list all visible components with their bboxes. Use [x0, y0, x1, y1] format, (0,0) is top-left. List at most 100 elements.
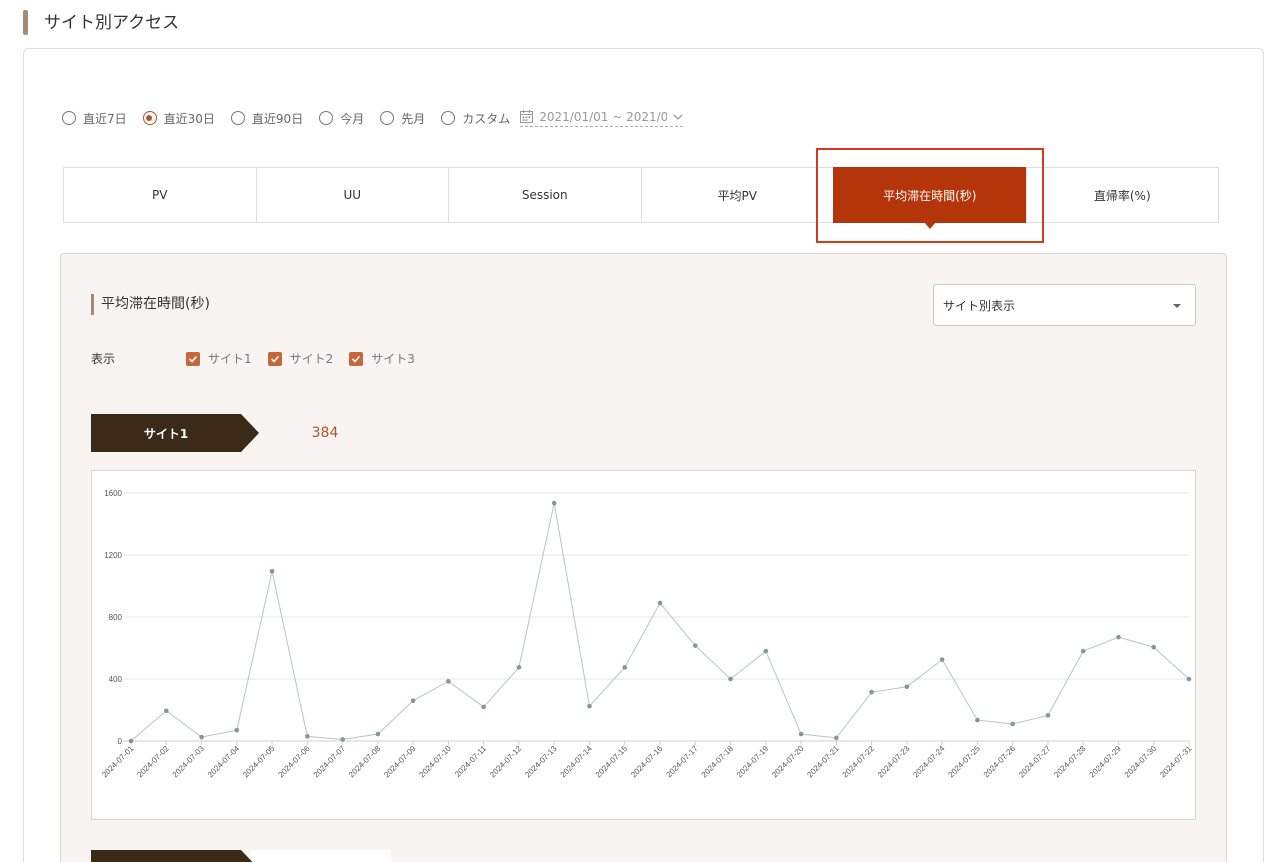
x-tick-label: 2024-07-16 — [629, 744, 665, 780]
y-tick-label: 1600 — [104, 489, 122, 498]
site1-label: サイト1 — [91, 414, 259, 452]
x-tick-label: 2024-07-12 — [488, 744, 524, 780]
x-tick-label: 2024-07-19 — [735, 744, 771, 780]
x-tick-label: 2024-07-13 — [523, 744, 559, 780]
x-tick-label: 2024-07-31 — [1158, 744, 1194, 780]
period-option-custom[interactable]: カスタム — [441, 110, 510, 127]
data-point — [446, 679, 451, 684]
period-option-label: 直近30日 — [163, 111, 215, 126]
data-point — [340, 737, 345, 742]
x-tick-label: 2024-07-17 — [664, 744, 700, 780]
radio-checked-icon — [142, 111, 157, 125]
site1-summary: サイト1 384 — [91, 414, 391, 452]
x-tick-label: 2024-07-30 — [1123, 744, 1159, 780]
data-point — [199, 734, 204, 740]
data-point — [516, 665, 522, 670]
section-title: 平均滞在時間(秒) — [101, 296, 210, 312]
chevron-down-icon — [673, 114, 683, 120]
data-point — [763, 648, 769, 654]
page-title: サイト別アクセス — [44, 13, 180, 33]
period-option-last-month[interactable]: 先月 — [380, 110, 425, 127]
radio-icon — [230, 111, 245, 125]
data-point — [834, 735, 839, 741]
y-tick-label: 0 — [118, 737, 123, 746]
x-tick-label: 2024-07-20 — [770, 744, 806, 780]
data-point — [163, 708, 169, 714]
metric-tabs: PV UU Session 平均PV 平均滞在時間(秒) 直帰率(%) — [63, 167, 1224, 229]
data-point — [622, 665, 628, 670]
radio-icon — [380, 111, 395, 125]
data-point — [657, 600, 663, 606]
date-range-text: 2021/01/01 ~ 2021/02/01 — [539, 109, 668, 124]
period-option-label: 先月 — [401, 111, 426, 126]
period-option-30d[interactable]: 直近30日 — [142, 110, 215, 127]
series-line — [130, 502, 1190, 742]
data-point — [234, 727, 240, 733]
data-point — [551, 500, 557, 506]
checkbox-site2[interactable]: サイト2 — [267, 350, 333, 367]
data-point — [269, 568, 275, 574]
checkmark-icon — [267, 351, 282, 366]
x-tick-label: 2024-07-24 — [911, 744, 947, 780]
data-point — [1151, 644, 1157, 650]
data-point — [1186, 676, 1192, 682]
x-tick-label: 2024-07-21 — [805, 744, 841, 780]
view-mode-select-value: サイト別表示 — [943, 298, 1016, 313]
caret-down-icon — [1173, 304, 1181, 308]
line-chart-container: 0 400 800 1200 1600 2024-07-01 2024-07-02 2024-… — [91, 470, 1196, 820]
view-mode-select[interactable]: サイト別表示 — [933, 284, 1196, 326]
x-tick-label: 2024-07-27 — [1017, 744, 1053, 780]
data-point — [128, 738, 134, 744]
tab-pv[interactable]: PV — [63, 167, 257, 223]
x-tick-label: 2024-07-22 — [841, 744, 877, 780]
data-point — [869, 689, 874, 695]
section-title-accent — [91, 294, 94, 315]
data-point — [798, 731, 804, 737]
x-tick-label: 2024-07-01 — [100, 744, 136, 780]
radio-icon — [319, 111, 334, 125]
data-point — [939, 657, 945, 662]
calendar-icon — [520, 110, 534, 123]
site2-label-partial — [91, 850, 259, 862]
date-range-picker[interactable]: 2021/01/01 ~ 2021/02/01 — [520, 109, 684, 127]
x-tick-label: 2024-07-07 — [312, 744, 348, 780]
tab-average-pv[interactable]: 平均PV — [640, 167, 834, 223]
site-checkboxes: サイト1 サイト2 サイト3 — [186, 350, 431, 367]
period-option-label: 直近90日 — [251, 111, 304, 126]
data-point — [410, 698, 416, 703]
x-tick-label: 2024-07-03 — [171, 744, 207, 780]
period-option-90d[interactable]: 直近90日 — [230, 110, 304, 127]
data-point — [1080, 648, 1086, 654]
tab-uu[interactable]: UU — [255, 167, 449, 223]
x-tick-label: 2024-07-23 — [876, 744, 912, 780]
data-point — [1010, 721, 1015, 727]
site2-summary-bg — [251, 850, 391, 862]
checkmark-icon — [349, 351, 364, 366]
x-tick-label: 2024-07-02 — [135, 744, 171, 780]
period-option-label: 直近7日 — [83, 111, 127, 126]
line-chart: 0400800120016002024-07-01 2024-07-02 2024-… — [100, 489, 1194, 780]
x-tick-label: 2024-07-10 — [418, 744, 454, 780]
tab-average-stay-time[interactable]: 平均滞在時間(秒) — [833, 167, 1027, 229]
radio-icon — [62, 111, 76, 125]
checkmark-icon — [186, 351, 200, 366]
data-point — [975, 717, 980, 723]
site2-summary — [91, 850, 391, 862]
period-selector: 直近7日 直近30日 直近90日 今月 先月 カスタム 2021/01/01 ~… — [62, 107, 684, 129]
x-tick-label: 2024-07-11 — [453, 744, 488, 779]
x-tick-label: 2024-07-25 — [947, 744, 983, 780]
x-tick-label: 2024-07-15 — [594, 744, 630, 780]
site1-value: 384 — [311, 425, 339, 441]
checkbox-label: サイト1 — [208, 352, 252, 366]
x-tick-label: 2024-07-29 — [1088, 744, 1124, 780]
y-tick-label: 800 — [109, 613, 123, 622]
checkbox-label: サイト3 — [371, 352, 415, 366]
period-option-7d[interactable]: 直近7日 — [62, 110, 127, 127]
checkbox-site3[interactable]: サイト3 — [349, 350, 415, 367]
x-tick-label: 2024-07-05 — [241, 744, 277, 780]
tab-bounce-rate[interactable]: 直帰率(%) — [1025, 167, 1219, 223]
tab-session[interactable]: Session — [448, 167, 642, 223]
x-tick-label: 2024-07-06 — [276, 744, 312, 780]
checkbox-site1[interactable]: サイト1 — [186, 350, 252, 367]
period-option-this-month[interactable]: 今月 — [319, 110, 364, 127]
